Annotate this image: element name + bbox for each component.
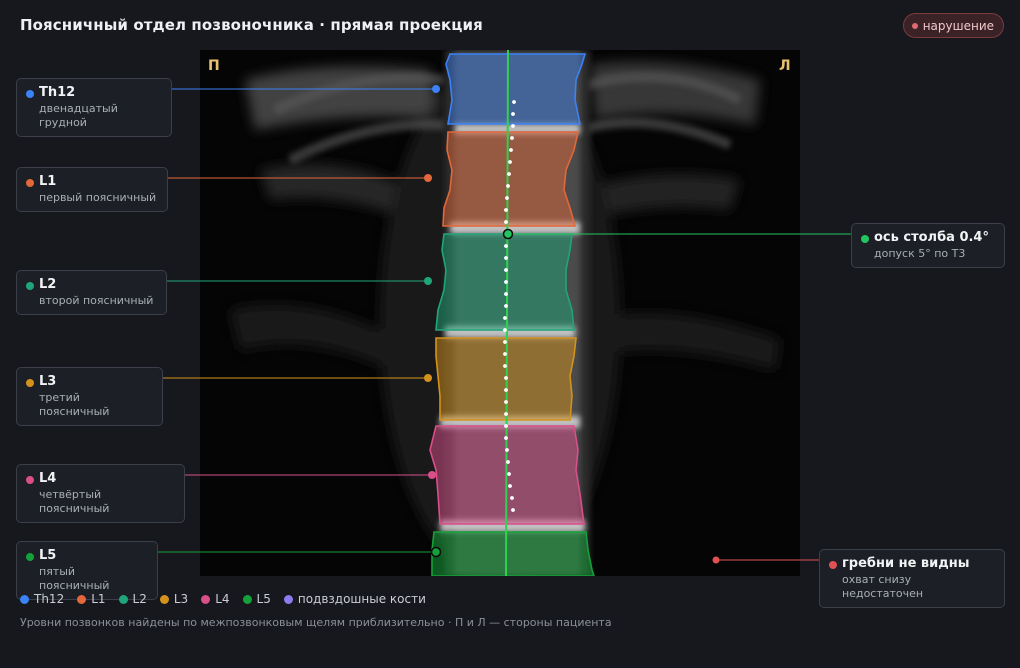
axis-tolerance: допуск 5° по Т3 xyxy=(874,247,966,260)
xray-image[interactable] xyxy=(200,50,800,576)
footnote: Уровни позвонков найдены по межпозвонков… xyxy=(20,616,612,629)
vertebra-card-l2[interactable]: L2 второй поясничный xyxy=(16,270,167,315)
legend-label: L1 xyxy=(91,592,106,606)
l4-color-dot xyxy=(26,476,34,484)
l1-color-dot xyxy=(26,179,34,187)
vertebra-card-l1[interactable]: L1 первый поясничный xyxy=(16,167,168,212)
crest-color-dot xyxy=(829,561,837,569)
legend-label: L3 xyxy=(173,592,189,606)
legend-dot xyxy=(77,594,87,604)
right-side-mark: П xyxy=(208,58,220,74)
legend-item-l3[interactable]: L3 xyxy=(159,592,189,606)
vertebra-name: второй поясничный xyxy=(39,294,154,307)
legend-label: подвздошные кости xyxy=(297,592,426,606)
legend-item-l5[interactable]: L5 xyxy=(242,592,271,606)
legend-item-l4[interactable]: L4 xyxy=(201,592,230,606)
vertebra-name: первый поясничный xyxy=(39,191,157,204)
vertebra-code: L2 xyxy=(39,277,57,292)
vertebra-name: четвёртый поясничный xyxy=(39,488,110,515)
vertebra-code: Th12 xyxy=(39,85,76,100)
legend-item-th12[interactable]: Th12 xyxy=(20,592,64,606)
legend-dot xyxy=(242,594,252,604)
axis-card[interactable]: ось столба 0.4° допуск 5° по Т3 xyxy=(851,223,1005,268)
vertebra-code: L3 xyxy=(39,374,57,389)
legend-dot xyxy=(201,594,211,604)
axis-angle: ось столба 0.4° xyxy=(874,230,989,245)
th12-color-dot xyxy=(26,90,34,98)
crest-card[interactable]: гребни не видны охват снизу недостаточен xyxy=(819,549,1005,608)
vertebra-card-th12[interactable]: Th12 двенадцатый грудной xyxy=(16,78,172,137)
legend-label: L5 xyxy=(256,592,271,606)
legend-dot xyxy=(118,594,128,604)
vertebra-name: пятый поясничный xyxy=(39,565,110,592)
vertebra-code: L5 xyxy=(39,548,57,563)
legend-item-iliac[interactable]: подвздошные кости xyxy=(283,592,426,606)
crest-note: охват снизу недостаточен xyxy=(842,573,924,600)
page-title: Поясничный отдел позвоночника · прямая п… xyxy=(20,16,483,34)
crest-status: гребни не видны xyxy=(842,556,970,571)
legend-label: Th12 xyxy=(34,592,65,606)
status-badge[interactable]: нарушение xyxy=(902,13,1004,38)
vertebra-name: третий поясничный xyxy=(39,391,110,418)
left-side-mark: Л xyxy=(779,58,791,74)
legend-dot xyxy=(283,594,293,604)
legend-dot xyxy=(20,594,29,604)
vertebra-card-l3[interactable]: L3 третий поясничный xyxy=(16,367,163,426)
vertebra-name: двенадцатый грудной xyxy=(39,102,118,129)
l2-color-dot xyxy=(26,282,34,290)
legend: Th12 L1 L2 L3 L4 L5 подвздошные кости xyxy=(20,592,426,606)
xray-picture xyxy=(200,50,800,576)
legend-item-l2[interactable]: L2 xyxy=(118,592,147,606)
status-dot xyxy=(911,22,918,29)
vertebra-code: L4 xyxy=(39,471,57,486)
l5-color-dot xyxy=(26,553,34,561)
vertebra-card-l4[interactable]: L4 четвёртый поясничный xyxy=(16,464,185,523)
l3-color-dot xyxy=(26,379,34,387)
legend-label: L2 xyxy=(132,592,147,606)
axis-color-dot xyxy=(861,235,869,243)
vertebra-code: L1 xyxy=(39,174,57,189)
legend-dot xyxy=(159,594,169,604)
legend-item-l1[interactable]: L1 xyxy=(77,592,106,606)
legend-label: L4 xyxy=(215,592,230,606)
status-badge-label: нарушение xyxy=(922,18,994,33)
